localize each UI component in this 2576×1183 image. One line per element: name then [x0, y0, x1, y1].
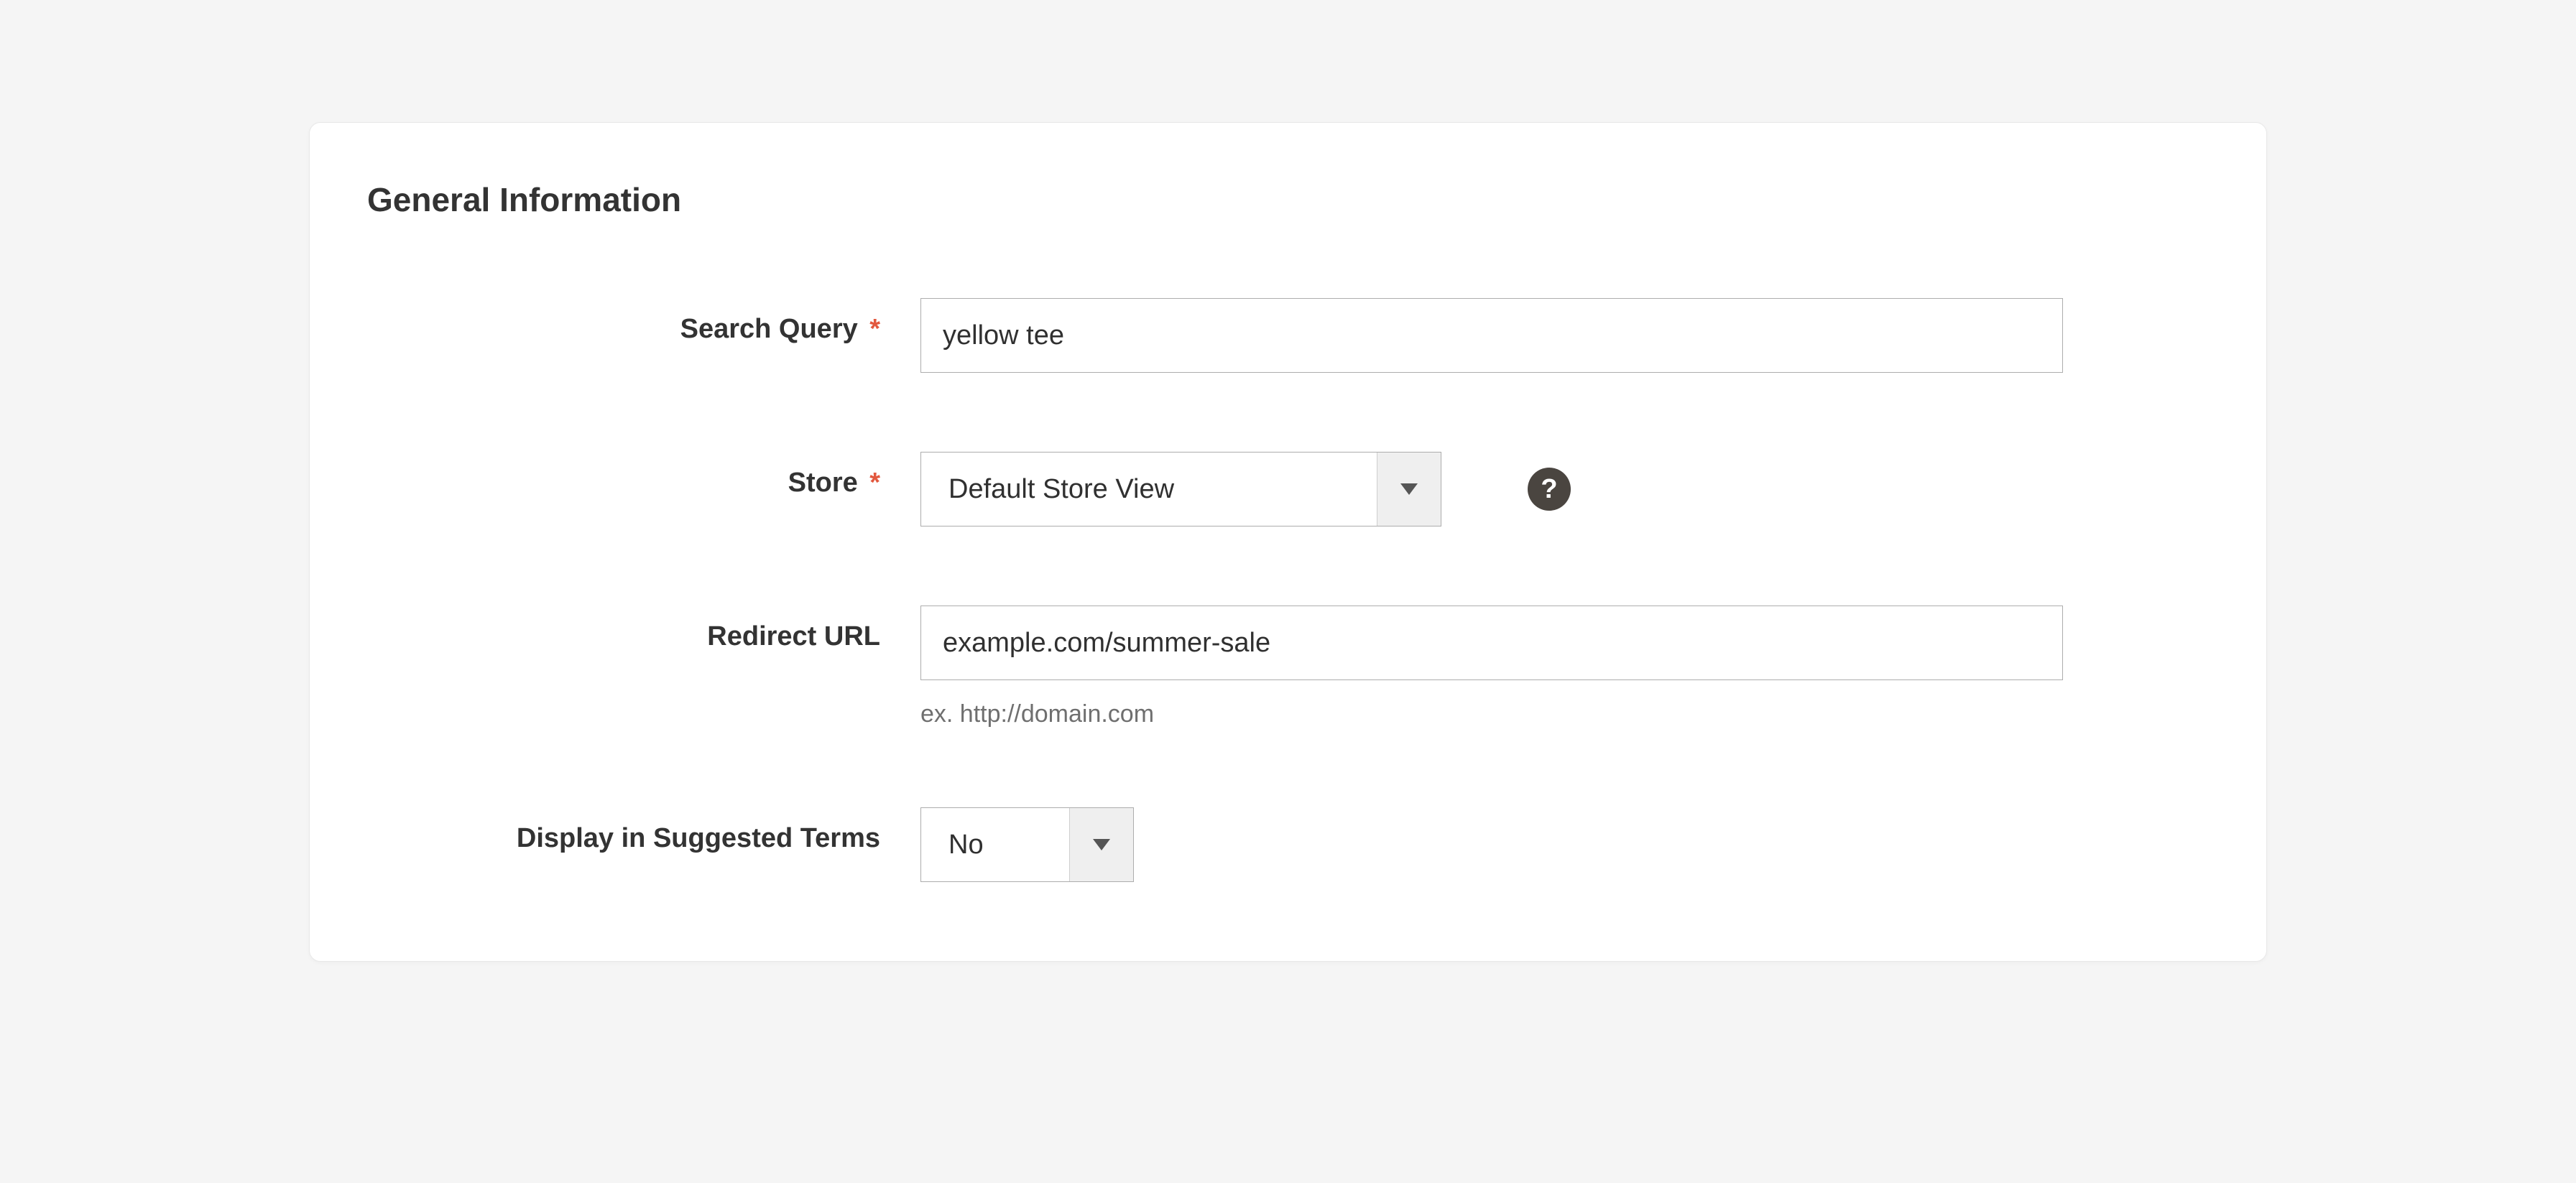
control-col — [920, 298, 2209, 373]
label-col: Store * — [367, 452, 920, 498]
help-icon[interactable]: ? — [1528, 468, 1571, 511]
label-col: Search Query * — [367, 298, 920, 345]
store-select[interactable]: Default Store View — [920, 452, 1441, 526]
display-in-suggested-value: No — [921, 808, 1069, 881]
chevron-down-icon — [1069, 808, 1133, 881]
panel-title: General Information — [367, 180, 2209, 219]
field-display-in-suggested: Display in Suggested Terms No — [367, 807, 2209, 882]
search-query-input[interactable] — [920, 298, 2063, 373]
label-col: Redirect URL — [367, 606, 920, 652]
required-mark: * — [869, 468, 880, 498]
field-redirect-url: Redirect URL ex. http://domain.com — [367, 606, 2209, 728]
label-col: Display in Suggested Terms — [367, 807, 920, 854]
search-query-label: Search Query — [680, 314, 858, 344]
store-label: Store — [788, 468, 858, 498]
field-search-query: Search Query * — [367, 298, 2209, 373]
page-root: General Information Search Query * Store… — [0, 0, 2576, 1183]
display-in-suggested-label: Display in Suggested Terms — [517, 823, 880, 853]
field-store: Store * Default Store View ? — [367, 452, 2209, 526]
control-col: ex. http://domain.com — [920, 606, 2209, 728]
general-information-panel: General Information Search Query * Store… — [309, 122, 2267, 962]
redirect-url-label: Redirect URL — [707, 621, 880, 651]
control-col: Default Store View ? — [920, 452, 2209, 526]
redirect-url-input[interactable] — [920, 606, 2063, 680]
redirect-url-hint: ex. http://domain.com — [920, 700, 2209, 728]
required-mark: * — [869, 314, 880, 344]
control-col: No — [920, 807, 2209, 882]
chevron-down-icon — [1377, 453, 1441, 526]
store-select-value: Default Store View — [921, 453, 1377, 526]
display-in-suggested-select[interactable]: No — [920, 807, 1134, 882]
